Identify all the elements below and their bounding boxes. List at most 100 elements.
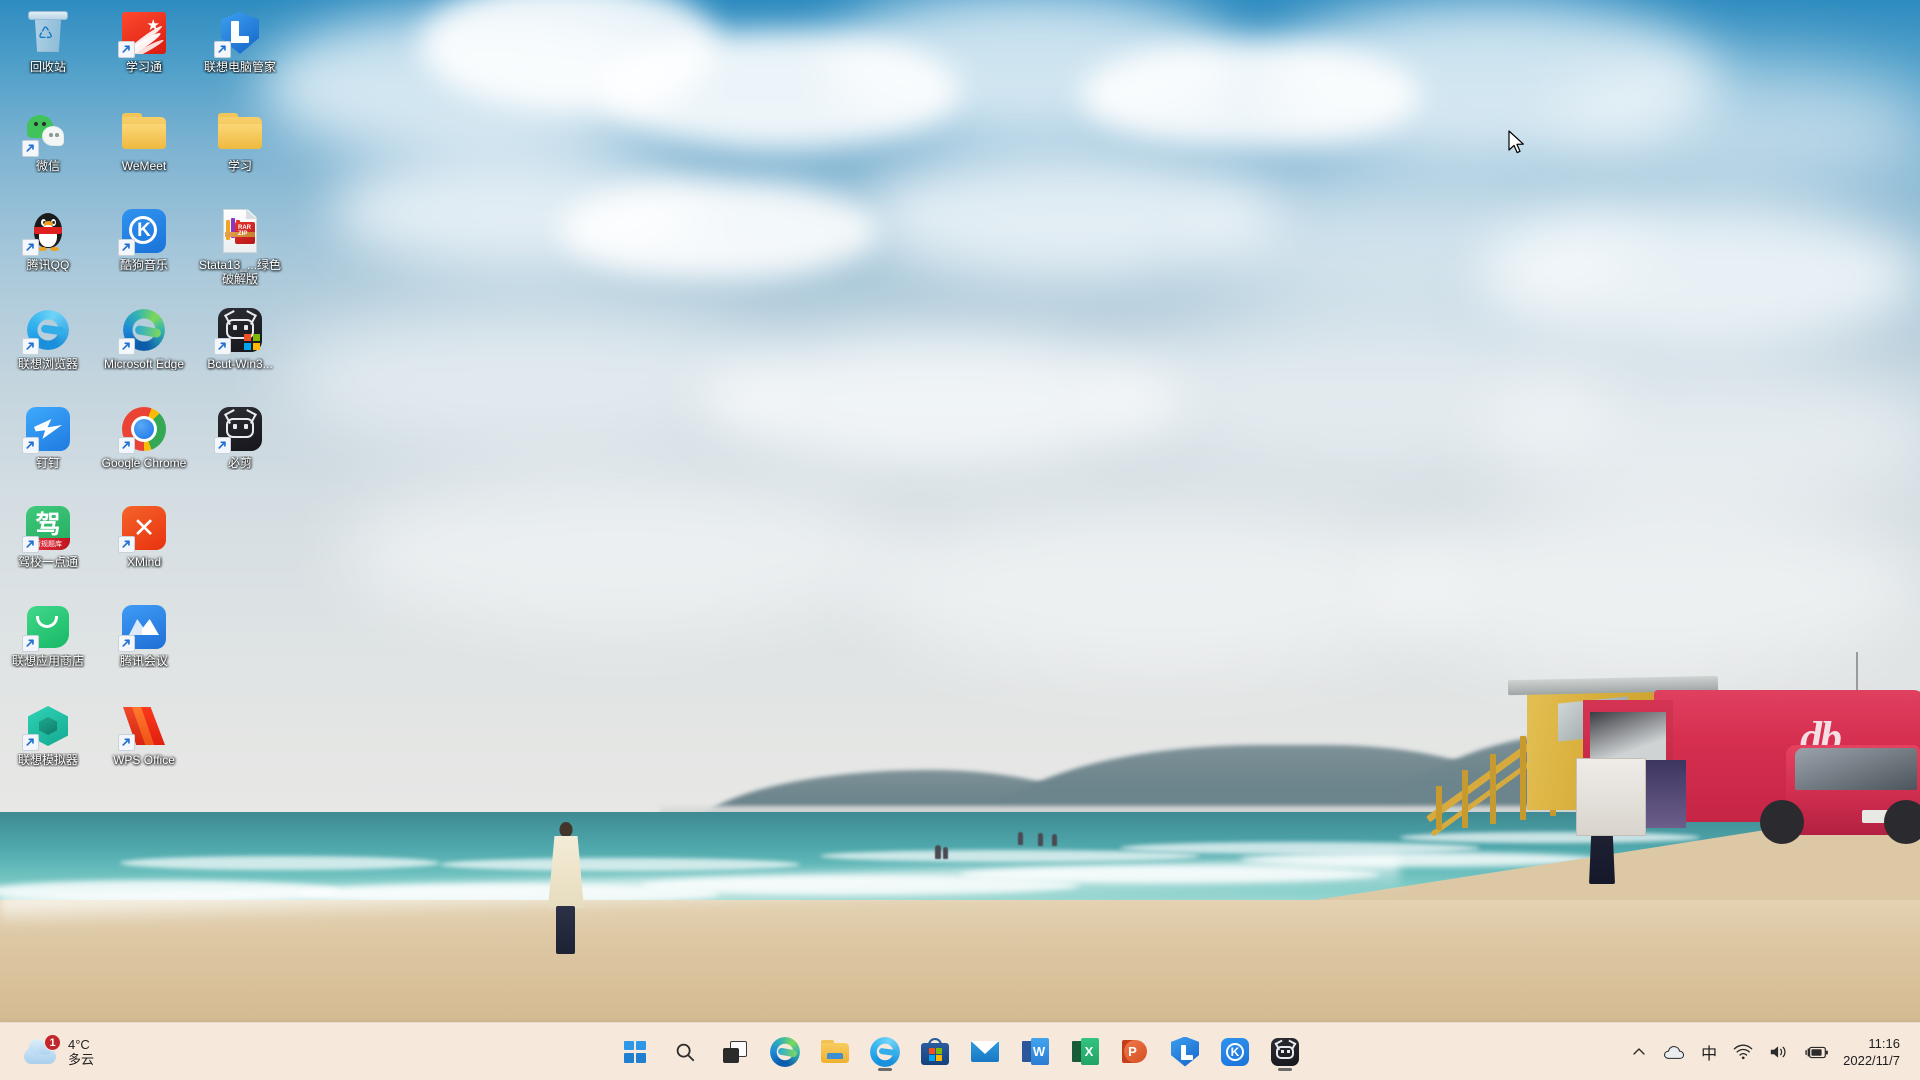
desktop-icon-label: WeMeet [121, 159, 167, 173]
desktop-icon-wps-office[interactable]: WPS Office [96, 699, 192, 798]
chevron-up-icon [1633, 1048, 1645, 1055]
lenovo-emulator-icon [22, 703, 71, 751]
mail-icon [971, 1041, 999, 1062]
driving-school-icon: 驾 新规题库 [22, 505, 71, 553]
lenovo-pc-manager-icon [1171, 1036, 1199, 1067]
xmind-icon: ✕ [118, 505, 167, 553]
excel-button[interactable]: X [1065, 1032, 1105, 1072]
lenovo-browser-icon [22, 307, 71, 355]
cloud-shape [1380, 500, 1920, 670]
desktop-icon-label: 学习通 [125, 60, 162, 74]
onedrive-button[interactable] [1655, 1032, 1693, 1072]
shortcut-arrow-icon [118, 635, 135, 652]
desktop-icon-lenovo-pc-manager[interactable]: 联想电脑管家 [192, 6, 288, 105]
wave-foam [440, 858, 800, 871]
bcut-button[interactable] [1265, 1032, 1305, 1072]
desktop-icon-bijian[interactable]: 必剪 [192, 402, 288, 501]
kugou-music-button[interactable]: K [1215, 1032, 1255, 1072]
volume-button[interactable] [1761, 1032, 1797, 1072]
tray-overflow-button[interactable] [1623, 1032, 1655, 1072]
clock-date: 2022/11/7 [1843, 1053, 1900, 1068]
shortcut-arrow-icon [214, 437, 231, 454]
cloud-shape [860, 500, 1460, 670]
shortcut-arrow-icon [22, 734, 39, 751]
cloud-icon [1664, 1046, 1685, 1059]
desktop-icon-driving-school[interactable]: 驾 新规题库 驾校一点通 [0, 501, 96, 600]
word-icon: W [1021, 1038, 1049, 1065]
desktop-icon-lenovo-emulator[interactable]: 联想模拟器 [0, 699, 96, 798]
desktop-icon-wemeet-folder[interactable]: WeMeet [96, 105, 192, 204]
desktop-icon-wechat[interactable]: 微信 [0, 105, 96, 204]
kugou-music-icon: K [118, 208, 167, 256]
desktop-icon-label: 联想浏览器 [17, 357, 78, 371]
dingtalk-icon [22, 406, 71, 454]
cloud-shape [560, 180, 880, 280]
lenovo-pc-manager-button[interactable] [1165, 1032, 1205, 1072]
mail-button[interactable] [965, 1032, 1005, 1072]
desktop-icon-recycle-bin[interactable]: ♺ 回收站 [0, 6, 96, 105]
powerpoint-button[interactable]: P [1115, 1032, 1155, 1072]
system-tray[interactable]: 中 11:16 2022/11/7 [1623, 1023, 1920, 1080]
desktop[interactable]: db DOUBLE BURGER ♺ 回收站 ★ [0, 0, 1920, 1080]
rar-archive-icon: RAR ZIP [217, 208, 263, 254]
microsoft-store-button[interactable] [915, 1032, 955, 1072]
desktop-icon-label: 学习 [227, 159, 252, 173]
desktop-icon-empty-slot [192, 699, 288, 798]
battery-charging-icon [1805, 1046, 1829, 1058]
taskbar-app-buttons[interactable]: W X P K [615, 1023, 1305, 1080]
lenovo-browser-button[interactable] [865, 1032, 905, 1072]
taskbar-weather-widget[interactable]: 1 4°C 多云 [14, 1023, 102, 1080]
wifi-icon [1733, 1044, 1753, 1060]
desktop-icon-google-chrome[interactable]: Google Chrome [96, 402, 192, 501]
desktop-icon-dingtalk[interactable]: 钉钉 [0, 402, 96, 501]
desktop-icon-label: WPS Office [113, 753, 175, 767]
start-button[interactable] [615, 1032, 655, 1072]
desktop-icon-chaoxing[interactable]: ★ 学习通 [96, 6, 192, 105]
desktop-icon-tencent-meeting[interactable]: 腾讯会议 [96, 600, 192, 699]
file-explorer-button[interactable] [815, 1032, 855, 1072]
desktop-icon-grid[interactable]: ♺ 回收站 ★ 学习通 联想电脑管家 微信 WeMeet 学习 腾讯QQ K 酷… [0, 0, 290, 1080]
desktop-icon-tencent-qq[interactable]: 腾讯QQ [0, 204, 96, 303]
desktop-icon-label: Bcut-Win3... [207, 357, 273, 371]
battery-button[interactable] [1797, 1032, 1837, 1072]
desktop-icon-lenovo-browser[interactable]: 联想浏览器 [0, 303, 96, 402]
word-button[interactable]: W [1015, 1032, 1055, 1072]
desktop-icon-label: 联想模拟器 [17, 753, 78, 767]
shortcut-arrow-icon [22, 536, 39, 553]
desktop-icon-lenovo-app-store[interactable]: 联想应用商店 [0, 600, 96, 699]
powerpoint-icon: P [1121, 1038, 1149, 1065]
weather-temperature: 4°C [68, 1037, 90, 1052]
folder-icon [821, 1040, 849, 1063]
shortcut-arrow-icon [22, 140, 39, 157]
desktop-icon-stata13-archive[interactable]: RAR ZIP Stata13_...绿色破解版 [192, 204, 288, 303]
desktop-icon-study-folder[interactable]: 学习 [192, 105, 288, 204]
edge-button[interactable] [765, 1032, 805, 1072]
weather-condition: 多云 [68, 1052, 95, 1067]
desktop-icon-kugou-music[interactable]: K 酷狗音乐 [96, 204, 192, 303]
desktop-icon-label: 腾讯会议 [119, 654, 168, 668]
qq-icon [22, 208, 71, 256]
running-indicator [1278, 1067, 1292, 1071]
shortcut-arrow-icon [118, 239, 135, 256]
cloud-shape [1550, 60, 1920, 190]
recycle-bin-icon: ♺ [25, 10, 71, 56]
desktop-icon-label: 联想应用商店 [11, 654, 84, 668]
chaoxing-icon: ★ [118, 10, 167, 58]
task-view-button[interactable] [715, 1032, 755, 1072]
desktop-icon-empty-slot [192, 501, 288, 600]
desktop-icon-bcut-installer[interactable]: Bcut-Win3... [192, 303, 288, 402]
edge-icon [770, 1036, 800, 1067]
kugou-music-icon: K [1221, 1037, 1249, 1066]
ime-indicator-button[interactable]: 中 [1693, 1032, 1725, 1072]
network-button[interactable] [1725, 1032, 1761, 1072]
clock-button[interactable]: 11:16 2022/11/7 [1837, 1032, 1910, 1072]
search-button[interactable] [665, 1032, 705, 1072]
taskbar[interactable]: 1 4°C 多云 W X P K 中 11:16 2022/11/7 [0, 1022, 1920, 1080]
desktop-icon-microsoft-edge[interactable]: Microsoft Edge [96, 303, 192, 402]
cloud-icon: 1 [22, 1034, 61, 1068]
beach-figure [1038, 833, 1043, 846]
beach-person-cream-coat [548, 822, 584, 954]
shortcut-arrow-icon [214, 41, 231, 58]
desktop-icon-xmind[interactable]: ✕ XMind [96, 501, 192, 600]
desktop-icon-label: Microsoft Edge [103, 357, 185, 371]
